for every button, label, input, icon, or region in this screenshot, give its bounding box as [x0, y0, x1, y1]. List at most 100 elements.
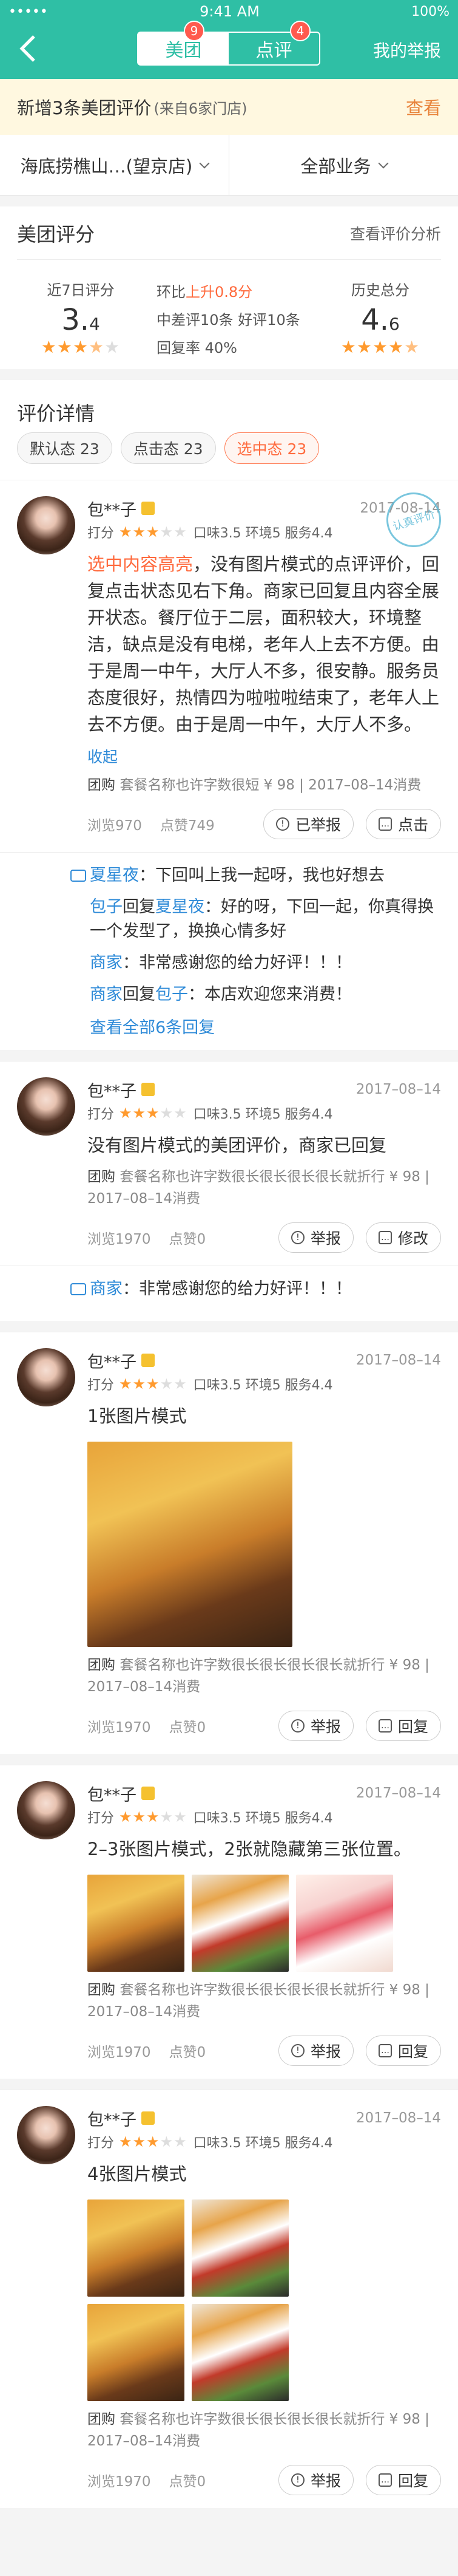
report-button[interactable]: ! 举报 — [278, 1222, 354, 1253]
review-text: 选中内容高亮，没有图片模式的点评评价，回复点击状态见右下角。商家已回复且内容全展… — [87, 551, 441, 738]
rating-analysis-link[interactable]: 查看评价分析 — [350, 222, 441, 244]
like-count: 点赞749 — [160, 818, 215, 834]
review-photo[interactable] — [296, 1875, 393, 1972]
score-label: 打分 — [87, 526, 115, 541]
notice-view-link[interactable]: 查看 — [406, 94, 441, 120]
sub-scores: 口味3.5 环境5 服务4.4 — [193, 1378, 333, 1393]
history-score-label: 历史总分 — [351, 282, 409, 299]
reply-target[interactable]: 夏星夜 — [155, 898, 204, 916]
review-photo[interactable] — [192, 1875, 289, 1972]
tag-selected[interactable]: 选中态 23 — [224, 432, 320, 464]
history-stars: ★★★★★ — [340, 337, 420, 357]
group-label: 团购 — [87, 1982, 115, 1998]
reply-item: 包子回复夏星夜：好的呀，下回一起，你真得换一个发型了，换换心情多好 — [90, 895, 441, 944]
recent-score: 近7日评分 3.4 ★★★★★ — [17, 278, 144, 357]
group-deal-text: 套餐名称也许字数很长很长很长很长就折行 ¥ 98 | 2017–08–14消费 — [87, 1657, 429, 1695]
my-reports-link[interactable]: 我的举报 — [373, 38, 441, 62]
alert-icon: ! — [291, 1231, 305, 1244]
review-photo[interactable] — [87, 2199, 184, 2297]
review-photo[interactable] — [87, 2304, 184, 2401]
tab-meituan-badge: 9 — [184, 21, 204, 41]
report-button-label: 举报 — [310, 2472, 341, 2490]
sub-scores: 口味3.5 环境5 服务4.4 — [193, 526, 333, 541]
nav-bar: 美团 9 点评 4 我的举报 — [0, 21, 458, 79]
report-button[interactable]: ! 举报 — [278, 1711, 354, 1741]
reply-verb: 回复 — [123, 898, 155, 916]
review-photo[interactable] — [192, 2304, 289, 2401]
reply-button[interactable]: … 回复 — [365, 2465, 441, 2495]
reply-target[interactable]: 包子 — [155, 985, 188, 1004]
reply-author[interactable]: 商家 — [90, 1279, 123, 1298]
reply-button[interactable]: … 回复 — [365, 1711, 441, 1741]
tab-dianping[interactable]: 点评 4 — [229, 21, 319, 64]
view-count: 浏览970 — [87, 818, 142, 834]
report-button-label: 举报 — [310, 1718, 341, 1736]
back-icon[interactable] — [16, 34, 40, 63]
avatar[interactable] — [17, 1348, 75, 1406]
review-item: 包**子 2017–08–14 打分 ★★★★★ 口味3.5 环境5 服务4.4 4张… — [0, 2090, 458, 2508]
chevron-down-icon — [199, 158, 210, 168]
reply-text: 下回叫上我一起呀，我也好想去 — [155, 866, 385, 885]
review-photo[interactable] — [87, 1442, 292, 1647]
username[interactable]: 包**子 — [87, 497, 136, 520]
review-text: 2–3张图片模式，2张就隐藏第三张位置。 — [87, 1839, 411, 1859]
alert-icon: ! — [291, 2044, 305, 2057]
reply-author[interactable]: 夏星夜 — [90, 866, 139, 885]
avatar[interactable] — [17, 2106, 75, 2164]
comment-icon: … — [378, 1231, 392, 1244]
reply-author[interactable]: 商家 — [90, 953, 123, 972]
username[interactable]: 包**子 — [87, 2107, 136, 2130]
mid-bad-count: 中差评10条 — [157, 312, 234, 329]
review-date: 2017–08–14 — [355, 2110, 441, 2126]
review-detail-title: 评价详情 — [17, 402, 95, 425]
edit-button[interactable]: … 修改 — [365, 1222, 441, 1253]
alert-icon: ! — [275, 817, 289, 831]
reply-button[interactable]: … 点击 — [365, 809, 441, 839]
report-button[interactable]: ! 举报 — [278, 2036, 354, 2066]
photo-grid — [87, 1875, 441, 1972]
tab-meituan[interactable]: 美团 9 — [138, 21, 229, 64]
group-label: 团购 — [87, 1169, 115, 1185]
reply-text: 非常感谢您的给力好评！！！ — [139, 1279, 352, 1298]
comment-icon: … — [378, 1719, 392, 1733]
group-deal-text: 套餐名称也许字数很长很长很长很长就折行 ¥ 98 | 2017–08–14消费 — [87, 1169, 429, 1207]
store-filter[interactable]: 海底捞樵山…(望京店) — [0, 135, 229, 195]
review-item: 认真评价 包**子 2017-08-14 打分 ★★★★★ 口味3.5 环境5 服务4… — [0, 480, 458, 1050]
group-label: 团购 — [87, 2411, 115, 2427]
report-button[interactable]: ! 已举报 — [263, 809, 354, 839]
username[interactable]: 包**子 — [87, 1782, 136, 1805]
tag-pressed[interactable]: 点击态 23 — [120, 432, 216, 464]
tag-default[interactable]: 默认态 23 — [17, 432, 112, 464]
like-count: 点赞0 — [169, 2045, 206, 2060]
photo-grid — [87, 2199, 294, 2401]
collapse-link[interactable]: 收起 — [87, 745, 441, 767]
avatar[interactable] — [17, 496, 75, 554]
username[interactable]: 包**子 — [87, 1078, 136, 1102]
store-filter-label: 海底捞樵山…(望京店) — [20, 155, 193, 177]
sub-scores: 口味3.5 环境5 服务4.4 — [193, 2136, 333, 2151]
review-text: 1张图片模式 — [87, 1406, 187, 1426]
business-filter[interactable]: 全部业务 — [229, 135, 458, 195]
review-stars: ★★★★★ — [119, 1375, 187, 1392]
good-count: 好评10条 — [238, 312, 300, 329]
signal-indicator: ••••• — [8, 4, 48, 19]
reply-item: 商家回复包子：本店欢迎您来消费！ — [90, 983, 441, 1007]
recent-score-int: 3. — [61, 303, 89, 337]
reply-text: 本店欢迎您来消费！ — [204, 985, 352, 1004]
comment-icon: … — [378, 2044, 392, 2057]
sub-scores: 口味3.5 环境5 服务4.4 — [193, 1107, 333, 1122]
view-all-replies-link[interactable]: 查看全部6条回复 — [90, 1014, 441, 1038]
avatar[interactable] — [17, 1781, 75, 1839]
review-stars: ★★★★★ — [119, 1808, 187, 1825]
avatar[interactable] — [17, 1077, 75, 1136]
reply-author[interactable]: 商家 — [90, 985, 123, 1004]
reply-button[interactable]: … 回复 — [365, 2036, 441, 2066]
recent-score-label: 近7日评分 — [47, 282, 115, 299]
report-button[interactable]: ! 举报 — [278, 2465, 354, 2495]
rating-card: 美团评分 查看评价分析 近7日评分 3.4 ★★★★★ 环比上升0.8分 中差评… — [0, 206, 458, 369]
report-button-label: 举报 — [310, 1230, 341, 1247]
review-photo[interactable] — [87, 1875, 184, 1972]
username[interactable]: 包**子 — [87, 1349, 136, 1372]
review-photo[interactable] — [192, 2199, 289, 2297]
reply-author[interactable]: 包子 — [90, 898, 123, 916]
